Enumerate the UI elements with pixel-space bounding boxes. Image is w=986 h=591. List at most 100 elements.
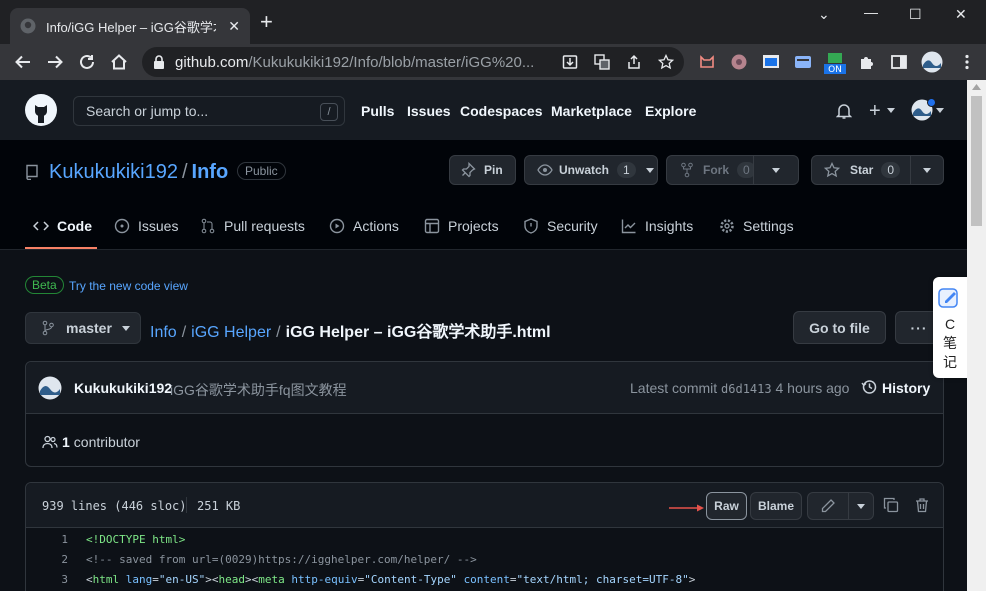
bookmark-star-icon[interactable]: [658, 54, 674, 70]
code-icon: [33, 218, 57, 234]
install-app-icon[interactable]: [562, 54, 578, 70]
maximize-icon[interactable]: ☐: [909, 6, 922, 23]
home-icon[interactable]: [110, 53, 128, 71]
branch-name: master: [66, 320, 112, 336]
fork-button[interactable]: Fork 0: [666, 155, 756, 185]
code-text: <!DOCTYPE html>: [86, 533, 186, 546]
reload-icon[interactable]: [78, 53, 96, 71]
history-link[interactable]: History: [882, 380, 930, 396]
github-header: Search or jump to... / Pulls Issues Code…: [0, 80, 967, 140]
edit-file-button[interactable]: [807, 492, 849, 520]
commit-sha-link[interactable]: d6d1413: [721, 382, 772, 396]
raw-button[interactable]: Raw: [706, 492, 747, 520]
contributors-link[interactable]: 1 contributor: [42, 434, 140, 450]
author-avatar[interactable]: [38, 376, 62, 400]
breadcrumb-folder-link[interactable]: iGG Helper: [191, 324, 271, 341]
extension-card-icon[interactable]: [794, 53, 812, 71]
address-bar[interactable]: github.com/Kukukukiki192/Info/blob/maste…: [142, 47, 684, 77]
line-number[interactable]: 3: [26, 573, 68, 586]
breadcrumb-file-name: iGG Helper – iGG谷歌学术助手.html: [285, 324, 551, 341]
tab-search-icon[interactable]: ⌄: [818, 6, 830, 23]
tab-code-label: Code: [57, 218, 92, 234]
browser-menu-icon[interactable]: [958, 53, 976, 71]
star-dropdown-button[interactable]: [910, 155, 944, 185]
create-new-plus-icon[interactable]: +: [869, 101, 881, 121]
search-placeholder: Search or jump to...: [86, 103, 209, 119]
tab-close-icon[interactable]: ✕: [228, 18, 240, 35]
back-icon[interactable]: [14, 53, 32, 71]
line-number[interactable]: 1: [26, 533, 68, 546]
tab-security[interactable]: Security: [523, 218, 598, 234]
browser-tab[interactable]: Info/iGG Helper – iGG谷歌学术 ✕: [10, 8, 250, 44]
tab-actions[interactable]: Actions: [329, 218, 399, 234]
fork-icon: [681, 162, 693, 178]
trash-icon[interactable]: [914, 497, 930, 513]
nav-pulls[interactable]: Pulls: [361, 103, 394, 119]
repo-name-link[interactable]: Info: [192, 161, 229, 183]
star-button[interactable]: Star 0: [811, 155, 911, 185]
commit-message-link[interactable]: iGG谷歌学术助手fq图文教程: [170, 380, 347, 400]
raw-label: Raw: [714, 499, 739, 513]
share-icon[interactable]: [626, 54, 642, 70]
tab-pull-requests[interactable]: Pull requests: [200, 218, 305, 234]
go-to-file-button[interactable]: Go to file: [793, 311, 886, 344]
side-panel-icon[interactable]: [890, 53, 908, 71]
latest-commit-label: Latest commit: [630, 380, 718, 396]
fork-dropdown-button[interactable]: [753, 155, 799, 185]
github-logo-icon[interactable]: [25, 94, 57, 126]
breadcrumb-repo-link[interactable]: Info: [150, 324, 177, 341]
create-chevron-down-icon[interactable]: [887, 108, 895, 113]
forward-icon[interactable]: [46, 53, 64, 71]
extension-on-icon[interactable]: ON: [824, 53, 846, 75]
translate-icon[interactable]: [594, 54, 610, 70]
blame-button[interactable]: Blame: [750, 492, 802, 520]
star-icon: [824, 162, 840, 178]
tab-insights[interactable]: Insights: [621, 218, 693, 234]
try-new-code-view-link[interactable]: Try the new code view: [69, 279, 188, 293]
edit-dropdown-button[interactable]: [848, 492, 874, 520]
c-note-widget[interactable]: C笔记: [933, 277, 969, 378]
profile-avatar-icon[interactable]: [921, 51, 943, 73]
branch-chevron-down-icon: [121, 325, 130, 331]
scrollbar-thumb[interactable]: [971, 96, 982, 226]
nav-explore[interactable]: Explore: [645, 103, 696, 119]
extension-window-icon[interactable]: [762, 53, 780, 71]
scroll-up-arrow-icon[interactable]: [972, 84, 981, 90]
extension-circle-icon[interactable]: [730, 53, 748, 71]
minimize-icon[interactable]: —: [864, 4, 878, 20]
nav-marketplace[interactable]: Marketplace: [551, 103, 632, 119]
tab-security-label: Security: [547, 218, 598, 234]
copy-icon[interactable]: [883, 497, 899, 513]
nav-codespaces[interactable]: Codespaces: [460, 103, 542, 119]
browser-toolbar: github.com/Kukukukiki192/Info/blob/maste…: [0, 44, 986, 80]
search-input[interactable]: Search or jump to... /: [73, 96, 345, 126]
pin-button[interactable]: Pin: [449, 155, 516, 185]
contributors-label: contributor: [73, 434, 140, 450]
visibility-badge: Public: [237, 162, 286, 180]
graph-icon: [621, 218, 645, 234]
commit-author-link[interactable]: Kukukukiki192: [74, 380, 172, 396]
nav-issues[interactable]: Issues: [407, 103, 451, 119]
code-text: <!-- saved from url=(0029)https://igghel…: [86, 553, 477, 566]
lock-icon[interactable]: [153, 55, 165, 69]
repo-title: Kukukukiki192/Info: [49, 161, 228, 184]
active-tab-underline: [25, 247, 97, 249]
tab-issues[interactable]: Issues: [114, 218, 178, 234]
notifications-bell-icon[interactable]: [836, 103, 852, 119]
line-number[interactable]: 2: [26, 553, 68, 566]
close-window-icon[interactable]: ✕: [955, 6, 967, 23]
branch-selector-button[interactable]: master: [25, 312, 141, 344]
tab-code[interactable]: Code: [33, 218, 92, 234]
commit-time: 4 hours ago: [775, 380, 850, 396]
tab-pull-requests-label: Pull requests: [224, 218, 305, 234]
avatar-chevron-down-icon[interactable]: [936, 108, 944, 113]
repo-owner-link[interactable]: Kukukukiki192: [49, 161, 178, 183]
tab-projects[interactable]: Projects: [424, 218, 499, 234]
page-scrollbar[interactable]: [967, 80, 986, 591]
extensions-puzzle-icon[interactable]: [858, 53, 876, 71]
edit-chevron-down-icon: [857, 503, 865, 509]
unwatch-button[interactable]: Unwatch 1: [524, 155, 658, 185]
new-tab-icon[interactable]: +: [260, 11, 273, 33]
tab-settings[interactable]: Settings: [719, 218, 794, 234]
cat-extension-icon[interactable]: [698, 53, 716, 71]
